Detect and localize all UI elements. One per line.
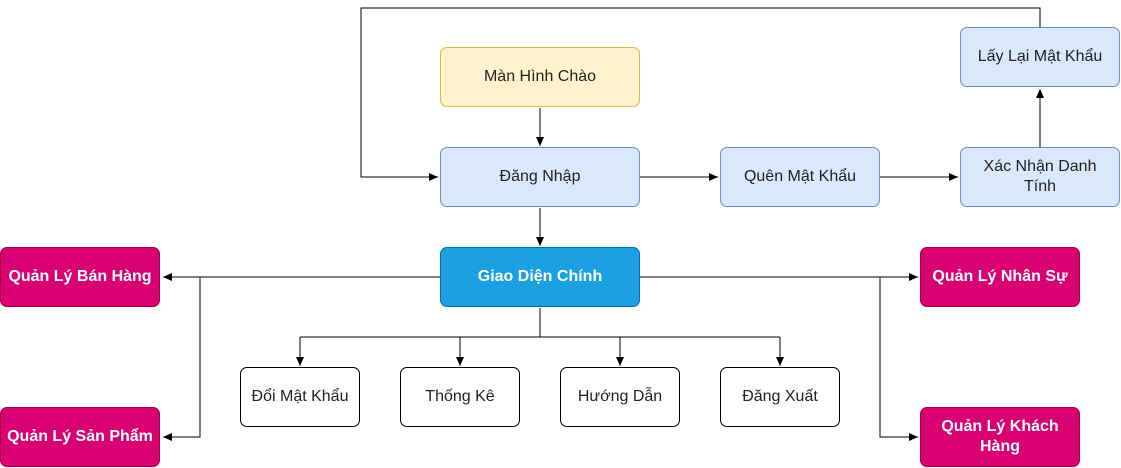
node-customer-management[interactable]: Quản Lý Khách Hàng — [920, 407, 1080, 467]
node-product-management[interactable]: Quản Lý Sản Phẩm — [0, 407, 160, 467]
node-main-interface[interactable]: Giao Diện Chính — [440, 247, 640, 307]
flowchart: Màn Hình Chào Đăng Nhập Quên Mật Khẩu Xá… — [0, 0, 1121, 468]
node-sales-management[interactable]: Quản Lý Bán Hàng — [0, 247, 160, 307]
edge-main-products — [163, 277, 201, 441]
node-statistics[interactable]: Thống Kê — [400, 367, 520, 427]
node-logout[interactable]: Đăng Xuất — [720, 367, 840, 427]
node-login[interactable]: Đăng Nhập — [440, 147, 640, 207]
node-change-password[interactable]: Đổi Mật Khẩu — [240, 367, 360, 427]
node-guide[interactable]: Hướng Dẫn — [560, 367, 680, 427]
node-staff-management[interactable]: Quản Lý Nhân Sự — [920, 247, 1080, 307]
node-recover-password[interactable]: Lấy Lại Mật Khẩu — [960, 27, 1120, 87]
edge-main-bus — [300, 308, 780, 338]
node-splash[interactable]: Màn Hình Chào — [440, 47, 640, 107]
edge-main-customers — [879, 277, 918, 441]
node-verify-identity[interactable]: Xác Nhận Danh Tính — [960, 147, 1120, 207]
node-forgot-password[interactable]: Quên Mật Khẩu — [720, 147, 880, 207]
